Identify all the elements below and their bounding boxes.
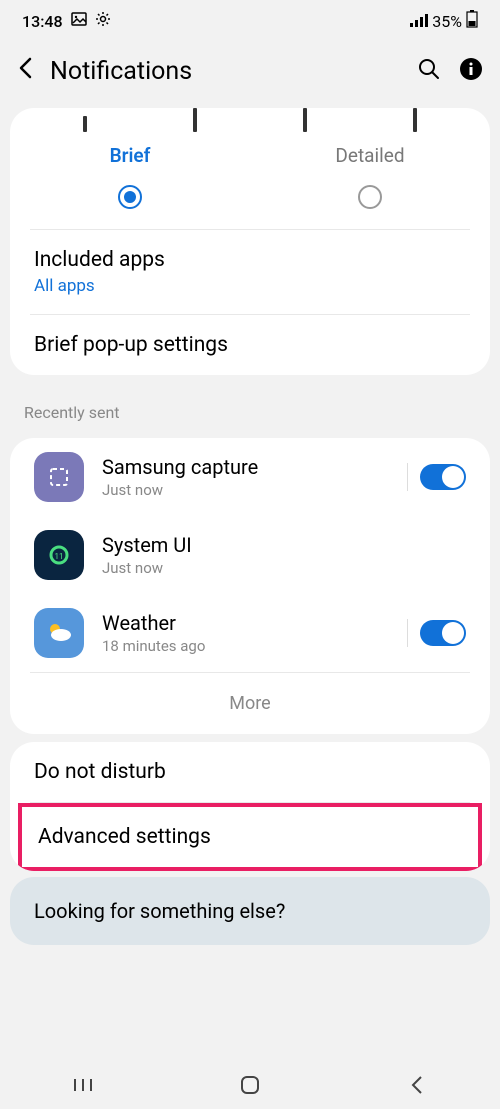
style-option-detailed[interactable]: Detailed [250, 144, 490, 209]
dnd-advanced-card: Do not disturb Advanced settings [10, 742, 490, 871]
system-ui-icon: 11 [34, 530, 84, 580]
app-row-capture[interactable]: Samsung capture Just now [10, 438, 490, 516]
page-title: Notifications [50, 57, 400, 86]
info-icon[interactable] [460, 58, 482, 84]
recently-sent-label: Recently sent [0, 383, 500, 430]
samsung-capture-icon [34, 452, 84, 502]
nav-recents[interactable] [69, 1071, 97, 1099]
gear-icon [95, 11, 111, 31]
back-button[interactable] [18, 56, 32, 86]
notification-style-card: Brief Detailed Included apps All apps Br… [10, 108, 490, 375]
nav-home[interactable] [236, 1071, 264, 1099]
toggle-capture[interactable] [420, 464, 466, 490]
app-name: Weather [102, 611, 389, 635]
app-name: Samsung capture [102, 455, 389, 479]
radio-detailed[interactable] [358, 185, 382, 209]
radio-brief[interactable] [118, 185, 142, 209]
recently-sent-card: Samsung capture Just now 11 System UI Ju… [10, 438, 490, 734]
app-row-weather[interactable]: Weather 18 minutes ago [10, 594, 490, 672]
app-time: Just now [102, 481, 389, 499]
search-icon[interactable] [418, 58, 440, 84]
advanced-highlight: Advanced settings [18, 803, 482, 871]
app-time: Just now [102, 559, 466, 577]
style-preview [10, 108, 490, 134]
svg-text:11: 11 [55, 552, 64, 561]
app-time: 18 minutes ago [102, 637, 389, 655]
brief-popup-row[interactable]: Brief pop-up settings [10, 315, 490, 375]
weather-icon [34, 608, 84, 658]
included-apps-row[interactable]: Included apps All apps [10, 230, 490, 314]
toggle-weather[interactable] [420, 620, 466, 646]
battery-text: 35% [432, 12, 462, 31]
battery-icon [466, 10, 478, 32]
more-button[interactable]: More [10, 673, 490, 734]
style-label-brief: Brief [110, 144, 151, 167]
advanced-settings-row[interactable]: Advanced settings [22, 807, 478, 867]
status-bar: 13:48 35% [0, 0, 500, 42]
brief-popup-title: Brief pop-up settings [34, 333, 466, 357]
style-label-detailed: Detailed [335, 144, 404, 167]
style-option-brief[interactable]: Brief [10, 144, 250, 209]
image-icon [71, 11, 87, 31]
app-name: System UI [102, 533, 466, 557]
app-row-system[interactable]: 11 System UI Just now [10, 516, 490, 594]
footer-prompt[interactable]: Looking for something else? [10, 877, 490, 945]
dnd-row[interactable]: Do not disturb [10, 742, 490, 802]
signal-icon [410, 12, 428, 31]
nav-back[interactable] [403, 1071, 431, 1099]
advanced-title: Advanced settings [38, 825, 462, 849]
dnd-title: Do not disturb [34, 760, 466, 784]
status-time: 13:48 [22, 12, 63, 31]
included-apps-value: All apps [34, 276, 466, 296]
included-apps-title: Included apps [34, 248, 466, 272]
header: Notifications [0, 42, 500, 100]
navigation-bar [0, 1061, 500, 1109]
